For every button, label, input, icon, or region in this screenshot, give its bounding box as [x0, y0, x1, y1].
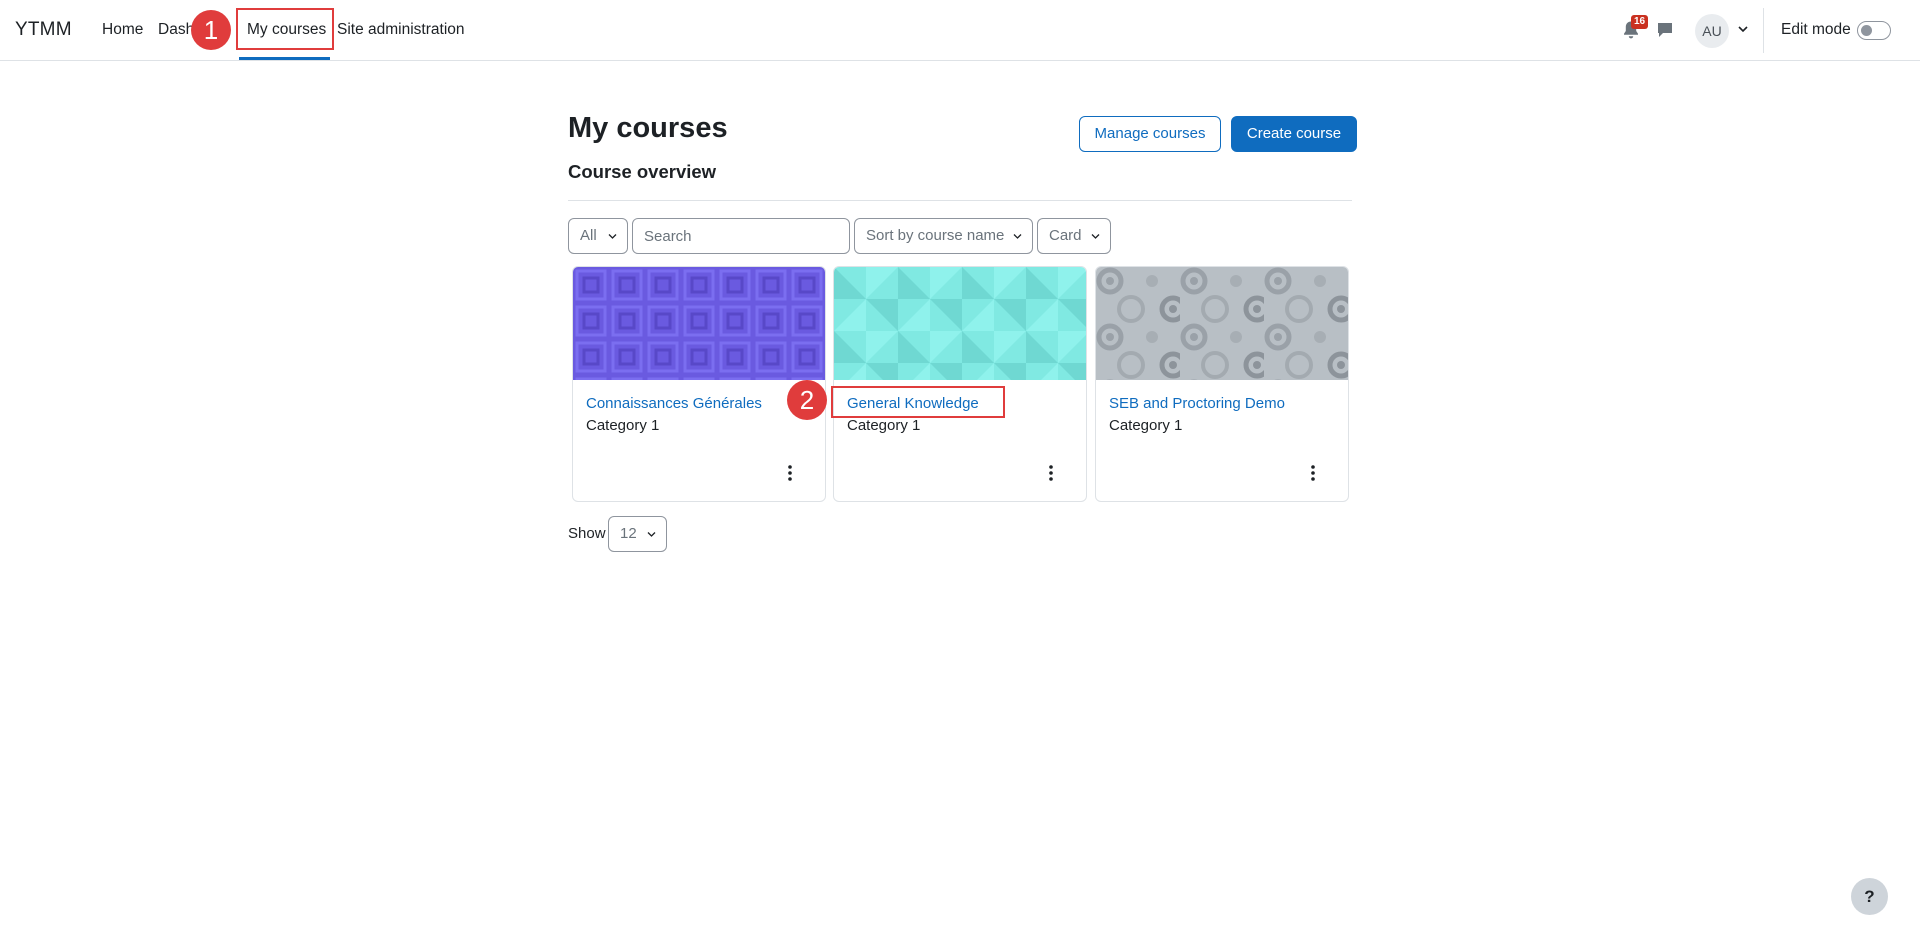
annotation-box-2	[831, 386, 1005, 418]
course-card: General Knowledge Category 1	[833, 266, 1087, 502]
view-dropdown[interactable]: Card	[1037, 218, 1111, 254]
course-image[interactable]	[573, 267, 825, 380]
active-nav-indicator	[239, 57, 330, 60]
nav-dashboard[interactable]: Dash	[158, 21, 194, 39]
course-card: SEB and Proctoring Demo Category 1	[1095, 266, 1349, 502]
chevron-down-icon	[1091, 234, 1100, 239]
course-category: Category 1	[847, 417, 921, 434]
course-name-link[interactable]: Connaissances Générales	[586, 395, 762, 412]
nav-site-administration[interactable]: Site administration	[337, 21, 465, 39]
course-search-input[interactable]	[632, 218, 850, 254]
course-category: Category 1	[586, 417, 660, 434]
annotation-box-1	[236, 8, 334, 50]
edit-mode-toggle[interactable]	[1857, 21, 1891, 40]
edit-mode-label: Edit mode	[1781, 21, 1851, 38]
kebab-menu-icon[interactable]	[1305, 463, 1321, 483]
sort-dropdown[interactable]: Sort by course name	[854, 218, 1033, 254]
notification-badge: 16	[1631, 15, 1648, 29]
course-image[interactable]	[1096, 267, 1348, 380]
chevron-down-icon[interactable]	[1736, 22, 1750, 36]
toggle-knob	[1861, 25, 1872, 36]
course-name-link[interactable]: SEB and Proctoring Demo	[1109, 395, 1285, 412]
site-brand[interactable]: YTMM	[15, 19, 72, 41]
chevron-down-icon	[647, 532, 656, 537]
user-avatar[interactable]: AU	[1695, 14, 1729, 48]
per-page-dropdown[interactable]: 12	[608, 516, 667, 552]
view-value: Card	[1049, 227, 1082, 244]
grouping-value: All	[580, 227, 597, 244]
per-page-value: 12	[620, 525, 637, 542]
kebab-menu-icon[interactable]	[1043, 463, 1059, 483]
navbar-divider	[1763, 8, 1764, 53]
page-title: My courses	[568, 112, 728, 144]
help-icon[interactable]: ?	[1851, 878, 1888, 915]
course-image[interactable]	[834, 267, 1086, 380]
sort-value: Sort by course name	[866, 227, 1005, 244]
course-category: Category 1	[1109, 417, 1183, 434]
course-overview-heading: Course overview	[568, 161, 717, 182]
section-divider	[568, 200, 1352, 201]
kebab-menu-icon[interactable]	[782, 463, 798, 483]
chat-icon[interactable]	[1656, 21, 1674, 39]
annotation-marker-1: 1	[191, 10, 231, 50]
create-course-button[interactable]: Create course	[1231, 116, 1357, 152]
show-label: Show	[568, 525, 606, 542]
nav-home[interactable]: Home	[102, 21, 143, 39]
annotation-marker-2: 2	[787, 380, 827, 420]
manage-courses-button[interactable]: Manage courses	[1079, 116, 1221, 152]
course-card: Connaissances Générales Category 1	[572, 266, 826, 502]
chevron-down-icon	[608, 234, 617, 239]
grouping-dropdown[interactable]: All	[568, 218, 628, 254]
chevron-down-icon	[1013, 234, 1022, 239]
